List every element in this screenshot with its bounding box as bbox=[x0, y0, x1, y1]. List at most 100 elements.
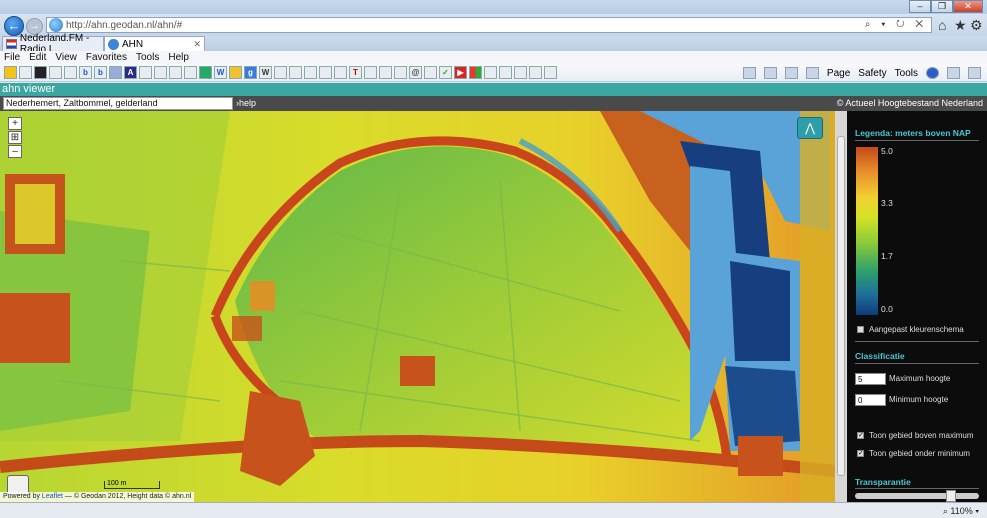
address-bar[interactable]: http://ahn.geodan.nl/ahn/# ⌕ ▾ ↻ ✕ bbox=[46, 17, 932, 33]
menu-favorites[interactable]: Favorites bbox=[86, 52, 127, 63]
favorite-check-icon[interactable]: ✓ bbox=[439, 66, 452, 79]
favorite-ie-icon[interactable] bbox=[274, 66, 287, 79]
restore-button[interactable]: ❐ bbox=[931, 0, 953, 13]
favorite-green-icon[interactable] bbox=[199, 66, 212, 79]
favorite-arrow-icon[interactable] bbox=[364, 66, 377, 79]
favorite-ie-icon[interactable] bbox=[529, 66, 542, 79]
favorite-word-icon[interactable]: W bbox=[214, 66, 227, 79]
separator bbox=[855, 363, 979, 364]
favorite-ie-icon[interactable] bbox=[379, 66, 392, 79]
favorite-photo-icon[interactable] bbox=[34, 66, 47, 79]
favorite-b-icon[interactable]: b bbox=[79, 66, 92, 79]
favorite-windows-icon[interactable] bbox=[469, 66, 482, 79]
favorite-a-icon[interactable]: A bbox=[124, 66, 137, 79]
transparency-slider[interactable] bbox=[855, 490, 979, 502]
feeds-icon[interactable] bbox=[763, 67, 777, 79]
tools-menu[interactable]: Tools bbox=[895, 68, 918, 79]
safety-menu[interactable]: Safety bbox=[858, 68, 886, 79]
menu-tools[interactable]: Tools bbox=[136, 52, 159, 63]
location-search-bar: Nederhemert, Zaltbommel, gelderland ›hel… bbox=[0, 96, 987, 111]
scrollbar-thumb[interactable] bbox=[837, 136, 845, 476]
elevation-profile-button[interactable]: ⋀ bbox=[797, 117, 823, 139]
help-link[interactable]: ›help bbox=[236, 98, 256, 108]
print-icon[interactable] bbox=[805, 67, 819, 79]
elevation-color-ramp bbox=[856, 147, 878, 315]
legend-tick-5.0: 5.0 bbox=[881, 146, 893, 156]
zoom-out-button[interactable]: – bbox=[8, 145, 22, 158]
favorite-ie-icon[interactable] bbox=[139, 66, 152, 79]
zoom-reset-button[interactable]: ⊞ bbox=[8, 131, 22, 144]
location-search-input[interactable]: Nederhemert, Zaltbommel, gelderland bbox=[3, 97, 233, 110]
favorite-google-icon[interactable]: g bbox=[244, 66, 257, 79]
custom-scheme-checkbox[interactable] bbox=[857, 326, 864, 333]
custom-scheme-label: Aangepast kleurenschema bbox=[869, 325, 964, 334]
research-icon[interactable] bbox=[947, 67, 960, 79]
favorite-fm-icon[interactable] bbox=[334, 66, 347, 79]
menu-view[interactable]: View bbox=[55, 52, 77, 63]
favorite-ie-icon[interactable] bbox=[154, 66, 167, 79]
favorite-t-icon[interactable]: T bbox=[349, 66, 362, 79]
help-icon[interactable] bbox=[926, 67, 939, 79]
leaflet-link[interactable]: Leaflet bbox=[42, 493, 63, 500]
min-height-label: Minimum hoogte bbox=[889, 395, 949, 404]
zoom-in-button[interactable]: + bbox=[8, 117, 22, 130]
zoom-controls: + ⊞ – bbox=[8, 117, 22, 158]
tab-close-icon[interactable]: ✕ bbox=[193, 39, 201, 50]
favorite-yellow-icon[interactable] bbox=[229, 66, 242, 79]
favorite-ie-icon[interactable] bbox=[484, 66, 497, 79]
panel-scrollbar[interactable] bbox=[835, 111, 847, 502]
mail-icon[interactable] bbox=[784, 67, 798, 79]
favorite-ie-icon[interactable] bbox=[499, 66, 512, 79]
close-window-button[interactable]: ✕ bbox=[953, 0, 983, 13]
attribution-prefix: Powered by bbox=[3, 493, 40, 500]
minimize-button[interactable]: – bbox=[909, 0, 931, 13]
favorites-star-icon[interactable] bbox=[4, 66, 17, 79]
max-height-input[interactable]: 5 bbox=[855, 373, 886, 385]
elevation-map[interactable]: + ⊞ – ⋀ 100 m Powered by Leaflet — © Geo… bbox=[0, 111, 835, 502]
tab-label: AHN bbox=[122, 38, 144, 50]
tab-ahn[interactable]: AHN ✕ bbox=[104, 36, 205, 51]
settings-gear-icon[interactable]: ⚙ bbox=[970, 17, 983, 34]
favorite-b-icon[interactable]: b bbox=[94, 66, 107, 79]
menu-bar: File Edit View Favorites Tools Help bbox=[0, 51, 987, 64]
legend-tick-3.3: 3.3 bbox=[881, 198, 893, 208]
favorites-star-icon[interactable]: ★ bbox=[954, 17, 967, 34]
show-above-checkbox[interactable]: ✓ bbox=[857, 432, 864, 439]
favorite-tools-icon[interactable] bbox=[289, 66, 302, 79]
favorite-phone-icon[interactable] bbox=[304, 66, 317, 79]
favorite-page-icon[interactable] bbox=[19, 66, 32, 79]
zoom-level-indicator[interactable]: ⌕ 110% ▾ bbox=[943, 506, 979, 517]
favorite-ie-icon[interactable] bbox=[394, 66, 407, 79]
show-below-checkbox[interactable]: ✓ bbox=[857, 450, 864, 457]
home-cmd-icon[interactable] bbox=[742, 67, 756, 79]
classification-title: Classificatie bbox=[855, 351, 905, 361]
favorite-ie-icon[interactable] bbox=[544, 66, 557, 79]
legend-tick-1.7: 1.7 bbox=[881, 251, 893, 261]
menu-file[interactable]: File bbox=[4, 52, 20, 63]
favorite-ie-icon[interactable] bbox=[64, 66, 77, 79]
favorite-link-icon[interactable] bbox=[319, 66, 332, 79]
max-height-label: Maximum hoogte bbox=[889, 374, 951, 383]
favorite-ie-icon[interactable] bbox=[169, 66, 182, 79]
map-scale-bar: 100 m bbox=[104, 480, 160, 489]
page-menu[interactable]: Page bbox=[827, 68, 850, 79]
address-controls[interactable]: ⌕ ▾ ↻ ✕ bbox=[865, 19, 927, 30]
menu-edit[interactable]: Edit bbox=[29, 52, 46, 63]
favorite-youtube-icon[interactable]: ▶ bbox=[454, 66, 467, 79]
zoom-level-value: 110% bbox=[950, 506, 973, 516]
window-titlebar: – ❐ ✕ bbox=[0, 0, 987, 14]
favorite-plane-icon[interactable] bbox=[109, 66, 122, 79]
tab-nederland-fm[interactable]: Nederland.FM - Radio I... bbox=[2, 33, 104, 55]
favorite-ie-icon[interactable] bbox=[184, 66, 197, 79]
favorite-ie-icon[interactable] bbox=[49, 66, 62, 79]
blog-icon[interactable] bbox=[968, 67, 981, 79]
home-icon[interactable]: ⌂ bbox=[938, 17, 946, 33]
favorite-w-icon[interactable]: W bbox=[259, 66, 272, 79]
transparency-slider-thumb[interactable] bbox=[946, 490, 956, 502]
favorite-at-icon[interactable]: @ bbox=[409, 66, 422, 79]
min-height-input[interactable]: 0 bbox=[855, 394, 886, 406]
favorite-ie-icon[interactable] bbox=[514, 66, 527, 79]
menu-help[interactable]: Help bbox=[168, 52, 189, 63]
separator bbox=[855, 341, 979, 342]
favorite-ie-icon[interactable] bbox=[424, 66, 437, 79]
